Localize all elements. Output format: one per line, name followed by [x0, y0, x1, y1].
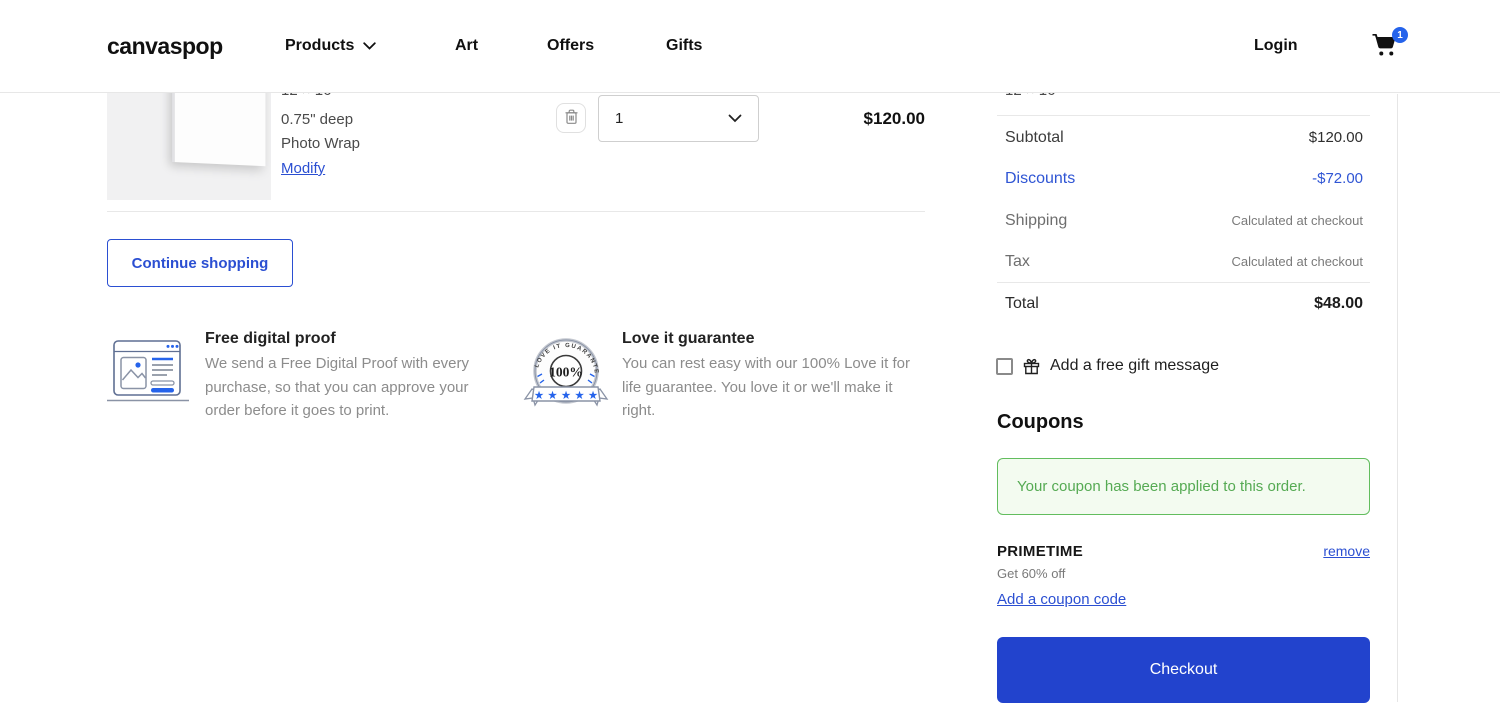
coupons-heading: Coupons: [997, 411, 1084, 433]
summary-row-subtotal: Subtotal $120.00: [1005, 129, 1363, 147]
row-value: $120.00: [1308, 129, 1363, 146]
modify-link[interactable]: Modify: [281, 160, 325, 177]
coupon-applied-text: Your coupon has been applied to this ord…: [1017, 478, 1306, 495]
item-price: $120.00: [863, 109, 925, 128]
total-label: Total: [1005, 295, 1039, 312]
row-value: Calculated at checkout: [1231, 213, 1363, 228]
chevron-down-icon: [363, 42, 377, 50]
feature-body: We send a Free Digital Proof with every …: [205, 355, 470, 419]
row-label: Tax: [1005, 253, 1030, 270]
discounts-link[interactable]: Discounts: [1005, 170, 1075, 188]
row-value: Calculated at checkout: [1231, 254, 1363, 269]
feature-body: You can rest easy with our 100% Love it …: [622, 355, 910, 419]
nav-item-gifts[interactable]: Gifts: [666, 37, 702, 55]
badge-stars: ★ ★ ★ ★ ★: [534, 390, 598, 402]
coupon-code-row: PRIMETIME remove: [997, 543, 1370, 560]
cart-count-badge: 1: [1392, 27, 1408, 43]
summary-row-shipping: Shipping Calculated at checkout: [1005, 212, 1363, 230]
gift-message-checkbox[interactable]: [996, 357, 1013, 375]
divider: [997, 282, 1370, 283]
coupon-applied-message: Your coupon has been applied to this ord…: [997, 458, 1370, 515]
row-label: Shipping: [1005, 212, 1068, 229]
gift-message-row: Add a free gift message: [996, 357, 1219, 375]
divider: [997, 115, 1370, 116]
continue-shopping-button[interactable]: Continue shopping: [107, 239, 293, 287]
cart-button[interactable]: 1: [1372, 27, 1408, 62]
login-label: Login: [1254, 37, 1298, 54]
feature-title: Love it guarantee: [622, 330, 755, 347]
nav-label: Art: [455, 37, 479, 54]
guarantee-badge-icon: 100% LOVE IT GUARANTEE ★ ★ ★ ★ ★: [519, 334, 610, 415]
header: canvaspop Products Art Offers Gifts Logi…: [0, 0, 1500, 93]
summary-row-total: Total $48.00: [1005, 295, 1363, 313]
chevron-down-icon: [728, 114, 742, 123]
item-depth: 0.75" deep: [281, 111, 354, 128]
remove-item-button[interactable]: [556, 103, 586, 133]
nav-item-products[interactable]: Products: [285, 37, 377, 55]
divider: [107, 211, 925, 212]
coupon-description: Get 60% off: [997, 566, 1066, 581]
summary-row-tax: Tax Calculated at checkout: [1005, 253, 1363, 271]
nav-item-offers[interactable]: Offers: [547, 37, 594, 55]
add-coupon-link[interactable]: Add a coupon code: [997, 591, 1126, 608]
nav-label: Products: [285, 37, 355, 54]
login-link[interactable]: Login: [1254, 37, 1298, 55]
nav-label: Gifts: [666, 37, 703, 54]
row-label: Subtotal: [1005, 129, 1064, 146]
remove-coupon-link[interactable]: remove: [1323, 543, 1370, 559]
digital-proof-icon: [107, 338, 189, 409]
total-value: $48.00: [1314, 295, 1363, 312]
cart-icon: [1372, 34, 1398, 62]
checkout-button[interactable]: Checkout: [997, 637, 1370, 703]
content-right-border: [1397, 94, 1398, 702]
brand-logo[interactable]: canvaspop: [107, 33, 223, 60]
nav-item-art[interactable]: Art: [455, 37, 478, 55]
gift-icon: [1023, 358, 1040, 375]
gift-message-label: Add a free gift message: [1050, 357, 1219, 374]
trash-icon: [564, 109, 579, 128]
item-wrap-type: Photo Wrap: [281, 135, 360, 152]
badge-value: 100%: [549, 365, 583, 380]
quantity-dropdown[interactable]: 1: [598, 95, 759, 142]
row-value: -$72.00: [1312, 170, 1363, 187]
quantity-value: 1: [615, 110, 624, 127]
coupon-code: PRIMETIME: [997, 543, 1084, 560]
summary-row-discounts: Discounts -$72.00: [1005, 170, 1363, 188]
feature-title: Free digital proof: [205, 330, 336, 347]
nav-label: Offers: [547, 37, 595, 54]
